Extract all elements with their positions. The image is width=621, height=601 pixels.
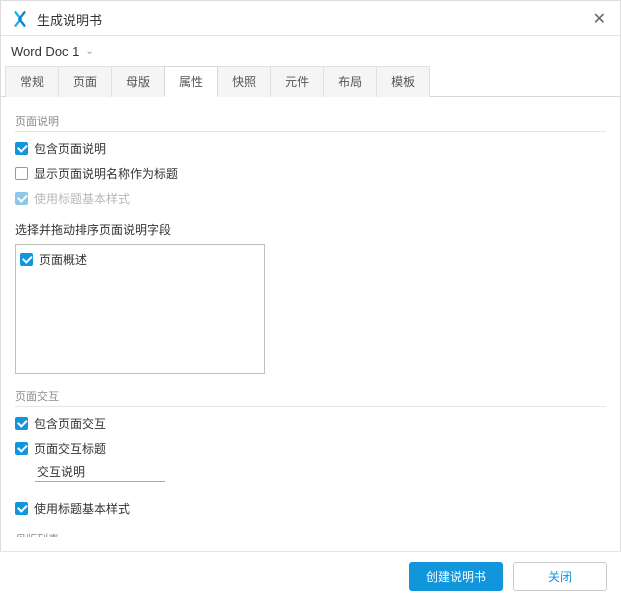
checkbox-row-show-name-title[interactable]: 显示页面说明名称作为标题: [15, 161, 606, 186]
checkbox-show-name-title[interactable]: [15, 167, 28, 180]
checkbox-label: 页面交互标题: [34, 440, 106, 457]
tab-snapshot[interactable]: 快照: [217, 66, 271, 97]
page-notes-fields-list[interactable]: 页面概述: [15, 244, 265, 374]
checkbox-use-heading-basic-2[interactable]: [15, 502, 28, 515]
doc-name: Word Doc 1: [11, 44, 79, 59]
tab-bar: 常规 页面 母版 属性 快照 元件 布局 模板: [1, 65, 620, 97]
titlebar: 生成说明书 ✕: [1, 1, 620, 36]
checkbox-label: 使用标题基本样式: [34, 500, 130, 517]
checkbox-include-page-notes[interactable]: [15, 142, 28, 155]
create-button[interactable]: 创建说明书: [409, 562, 503, 591]
checkbox-page-ix-title[interactable]: [15, 442, 28, 455]
checkbox-use-heading-basic: [15, 192, 28, 205]
checkbox-label: 包含页面交互: [34, 415, 106, 432]
tab-layout[interactable]: 布局: [323, 66, 377, 97]
checkbox-row-page-ix-title[interactable]: 页面交互标题: [15, 436, 606, 461]
checkbox-label: 显示页面说明名称作为标题: [34, 165, 178, 182]
section-header-page-ix: 页面交互: [15, 388, 606, 407]
list-item-label: 页面概述: [39, 251, 87, 268]
window-title: 生成说明书: [37, 10, 589, 29]
page-ix-title-input[interactable]: [35, 461, 165, 482]
list-item[interactable]: 页面概述: [20, 249, 260, 270]
tab-template[interactable]: 模板: [376, 66, 430, 97]
tab-master[interactable]: 母版: [111, 66, 165, 97]
section-header-page-notes: 页面说明: [15, 113, 606, 132]
tab-general[interactable]: 常规: [5, 66, 59, 97]
checkbox-row-use-heading-basic-2[interactable]: 使用标题基本样式: [15, 496, 606, 521]
checkbox-row-include-page-notes[interactable]: 包含页面说明: [15, 136, 606, 161]
tab-page[interactable]: 页面: [58, 66, 112, 97]
tab-widget[interactable]: 元件: [270, 66, 324, 97]
close-icon[interactable]: ✕: [589, 9, 610, 29]
checkbox-label: 包含页面说明: [34, 140, 106, 157]
checkbox-row-use-heading-basic: 使用标题基本样式: [15, 186, 606, 211]
checkbox-label: 使用标题基本样式: [34, 190, 130, 207]
checkbox-field-0[interactable]: [20, 253, 33, 266]
doc-selector[interactable]: Word Doc 1 ⌄: [1, 36, 620, 63]
tab-content: 页面说明 包含页面说明 显示页面说明名称作为标题 使用标题基本样式 选择并拖动排…: [1, 97, 620, 537]
section-header-masters: 母版列表: [15, 531, 606, 537]
checkbox-include-page-ix[interactable]: [15, 417, 28, 430]
close-button[interactable]: 关闭: [513, 562, 607, 591]
footer: 创建说明书 关闭: [0, 551, 621, 601]
checkbox-row-include-page-ix[interactable]: 包含页面交互: [15, 411, 606, 436]
tab-properties[interactable]: 属性: [164, 66, 218, 97]
drag-sort-label: 选择并拖动排序页面说明字段: [15, 221, 606, 238]
app-logo-icon: [11, 10, 29, 28]
chevron-down-icon: ⌄: [85, 46, 93, 57]
